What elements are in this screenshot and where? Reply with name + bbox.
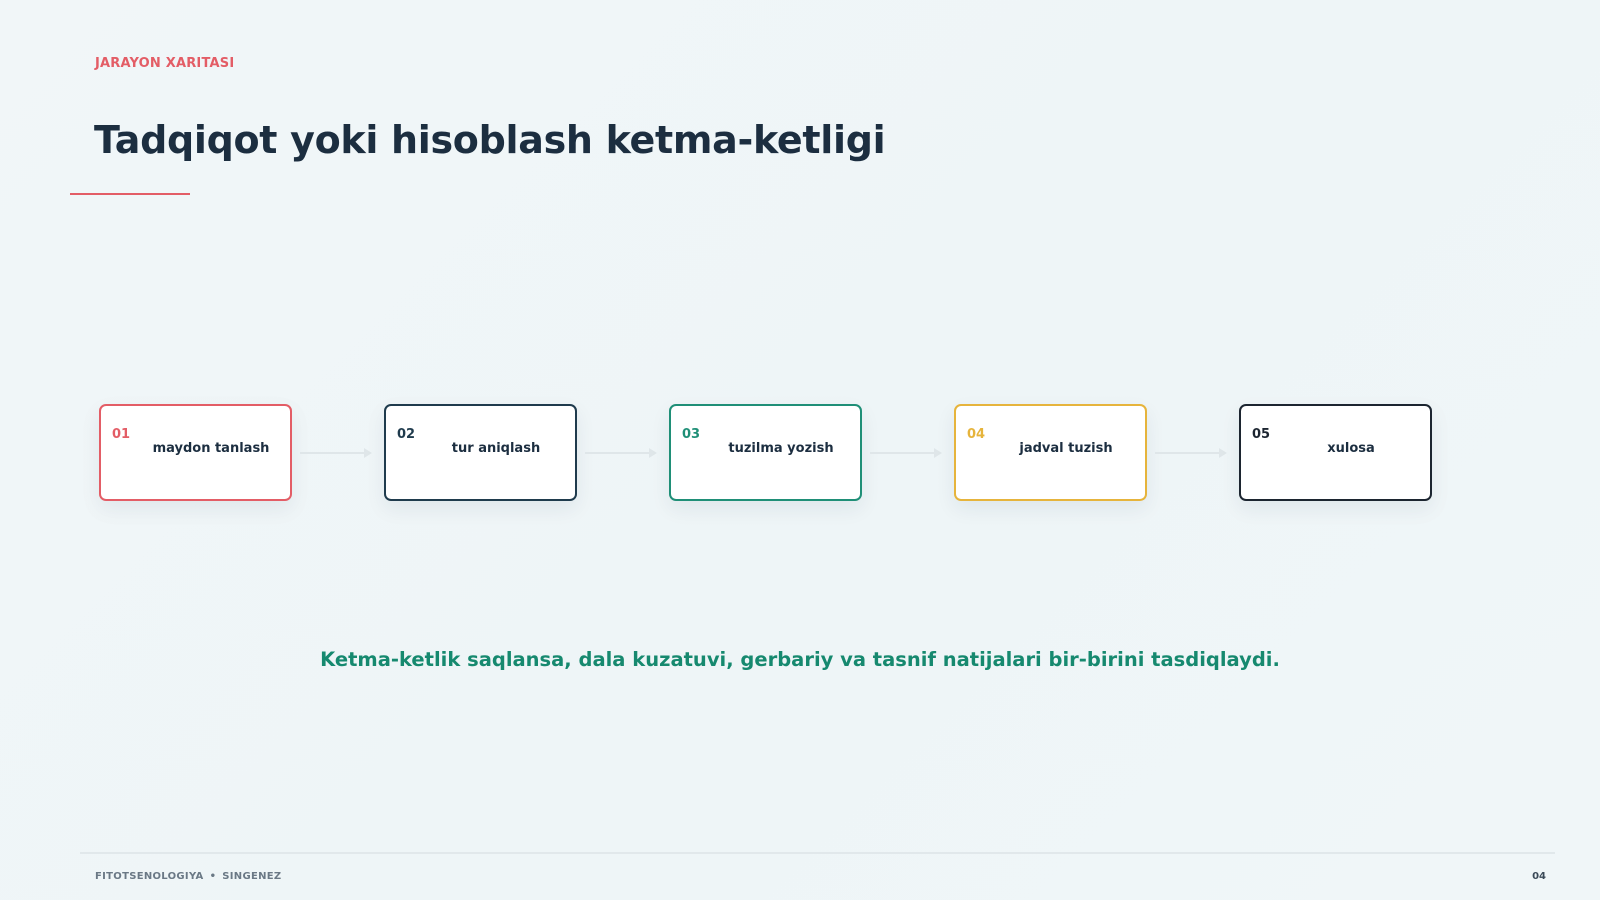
footer-breadcrumb: FITOTSENOLOGIYA • SINGENEZ	[95, 871, 281, 882]
step-label: maydon tanlash	[152, 441, 270, 456]
step-card-5: 05 xulosa	[1239, 404, 1432, 501]
step-label: jadval tuzish	[1019, 441, 1113, 456]
step-number: 02	[397, 427, 416, 442]
takeaway-text: Ketma-ketlik saqlansa, dala kuzatuvi, ge…	[320, 648, 1280, 671]
page-number: 04	[1532, 871, 1546, 882]
step-number: 01	[112, 427, 131, 442]
footer-course: FITOTSENOLOGIYA	[95, 871, 204, 882]
arrow-connector	[870, 448, 942, 458]
step-label: tuzilma yozish	[728, 441, 834, 456]
step-card-4: 04 jadval tuzish	[954, 404, 1147, 501]
step-number: 04	[967, 427, 986, 442]
footer-topic: SINGENEZ	[222, 871, 282, 882]
footer-divider	[80, 852, 1555, 854]
process-flow: 01 maydon tanlash 02 tur aniqlash 03 tuz…	[0, 0, 1600, 900]
arrow-connector	[585, 448, 657, 458]
footer-separator: •	[209, 871, 217, 882]
slide: JARAYON XARITASI Tadqiqot yoki hisoblash…	[0, 0, 1600, 900]
arrow-connector	[1155, 448, 1227, 458]
step-label: tur aniqlash	[451, 441, 541, 456]
step-label: xulosa	[1327, 441, 1375, 456]
step-number: 05	[1252, 427, 1271, 442]
arrow-connector	[300, 448, 372, 458]
step-card-2: 02 tur aniqlash	[384, 404, 577, 501]
step-card-3: 03 tuzilma yozish	[669, 404, 862, 501]
step-number: 03	[682, 427, 701, 442]
step-card-1: 01 maydon tanlash	[99, 404, 292, 501]
